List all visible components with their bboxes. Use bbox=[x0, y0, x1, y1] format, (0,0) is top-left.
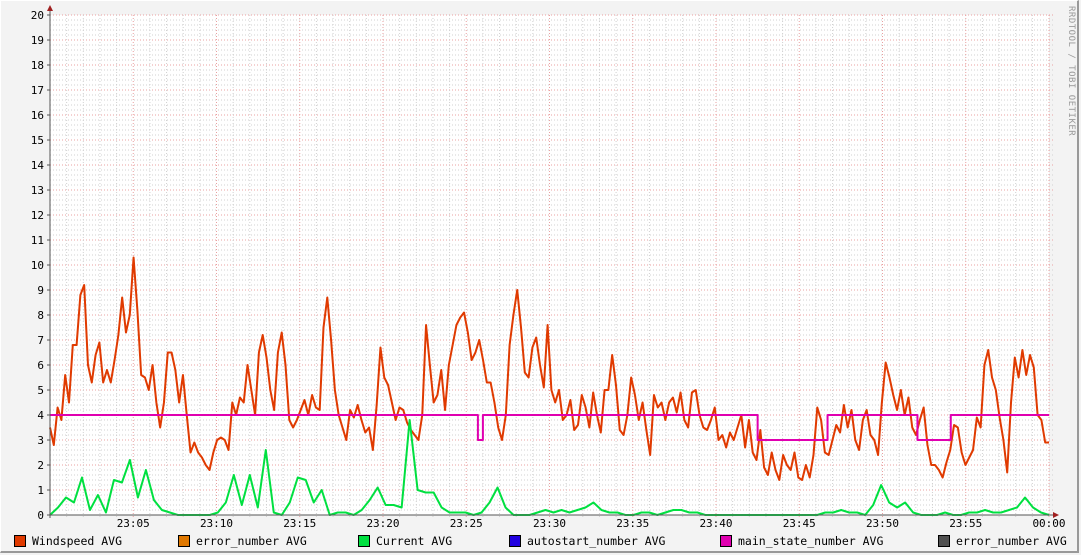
legend-item: autostart_number AVG bbox=[509, 534, 665, 548]
grid bbox=[50, 14, 1053, 518]
x-tick-label: 23:35 bbox=[616, 517, 649, 530]
legend-label: error_number AVG bbox=[956, 534, 1067, 548]
legend-item: error_number AVG bbox=[938, 534, 1067, 548]
x-axis-labels: 23:05 23:10 23:15 23:20 23:25 23:30 23:35 23:40… bbox=[117, 517, 1066, 530]
y-tick-label: 15 bbox=[31, 134, 44, 147]
legend-label: autostart_number AVG bbox=[527, 534, 666, 548]
y-tick-label: 1 bbox=[37, 484, 44, 497]
y-tick-label: 18 bbox=[31, 59, 44, 72]
y-tick-label: 8 bbox=[37, 309, 44, 322]
legend-label: error_number AVG bbox=[196, 534, 307, 548]
y-tick-label: 3 bbox=[37, 434, 44, 447]
legend: Windspeed AVG error_number AVG Current AVG… bbox=[14, 534, 1074, 550]
x-tick-label: 23:55 bbox=[949, 517, 982, 530]
y-tick-label: 2 bbox=[37, 459, 44, 472]
legend-swatch bbox=[14, 535, 26, 547]
line-chart: 01234567891011121314151617181920 23:05 23… bbox=[31, 5, 1066, 530]
y-tick-label: 0 bbox=[37, 509, 44, 522]
legend-item: error_number AVG bbox=[178, 534, 307, 548]
x-tick-label: 23:50 bbox=[866, 517, 899, 530]
y-tick-label: 16 bbox=[31, 109, 44, 122]
y-tick-label: 12 bbox=[31, 209, 44, 222]
y-tick-label: 9 bbox=[37, 284, 44, 297]
legend-item: main_state_number AVG bbox=[720, 534, 883, 548]
legend-label: main_state_number AVG bbox=[738, 534, 884, 548]
y-tick-label: 13 bbox=[31, 184, 44, 197]
y-tick-label: 17 bbox=[31, 84, 44, 97]
x-tick-label: 00:00 bbox=[1032, 517, 1065, 530]
y-tick-label: 14 bbox=[31, 159, 45, 172]
x-tick-label: 23:45 bbox=[783, 517, 816, 530]
y-tick-label: 11 bbox=[31, 234, 44, 247]
legend-swatch bbox=[509, 535, 521, 547]
y-tick-label: 20 bbox=[31, 9, 44, 22]
x-tick-label: 23:40 bbox=[699, 517, 732, 530]
legend-swatch bbox=[720, 535, 732, 547]
y-tick-label: 5 bbox=[37, 384, 44, 397]
y-tick-label: 19 bbox=[31, 34, 44, 47]
x-tick-label: 23:15 bbox=[283, 517, 316, 530]
watermark: RRDTOOL / TOBI OETIKER bbox=[1066, 6, 1076, 137]
legend-label: Windspeed AVG bbox=[32, 534, 123, 548]
y-tick-label: 10 bbox=[31, 259, 44, 272]
y-tick-label: 4 bbox=[37, 409, 44, 422]
y-tick-label: 7 bbox=[37, 334, 44, 347]
x-tick-label: 23:05 bbox=[117, 517, 150, 530]
x-tick-label: 23:20 bbox=[366, 517, 399, 530]
y-tick-label: 6 bbox=[37, 359, 44, 372]
legend-swatch bbox=[938, 535, 950, 547]
legend-swatch bbox=[358, 535, 370, 547]
y-axis-arrow-icon bbox=[47, 5, 53, 11]
x-tick-label: 23:30 bbox=[533, 517, 566, 530]
y-axis-labels: 01234567891011121314151617181920 bbox=[31, 9, 50, 522]
legend-swatch bbox=[178, 535, 190, 547]
legend-item: Current AVG bbox=[358, 534, 452, 548]
x-tick-label: 23:25 bbox=[450, 517, 483, 530]
legend-item: Windspeed AVG bbox=[14, 534, 122, 548]
legend-label: Current AVG bbox=[376, 534, 453, 548]
x-tick-label: 23:10 bbox=[200, 517, 233, 530]
